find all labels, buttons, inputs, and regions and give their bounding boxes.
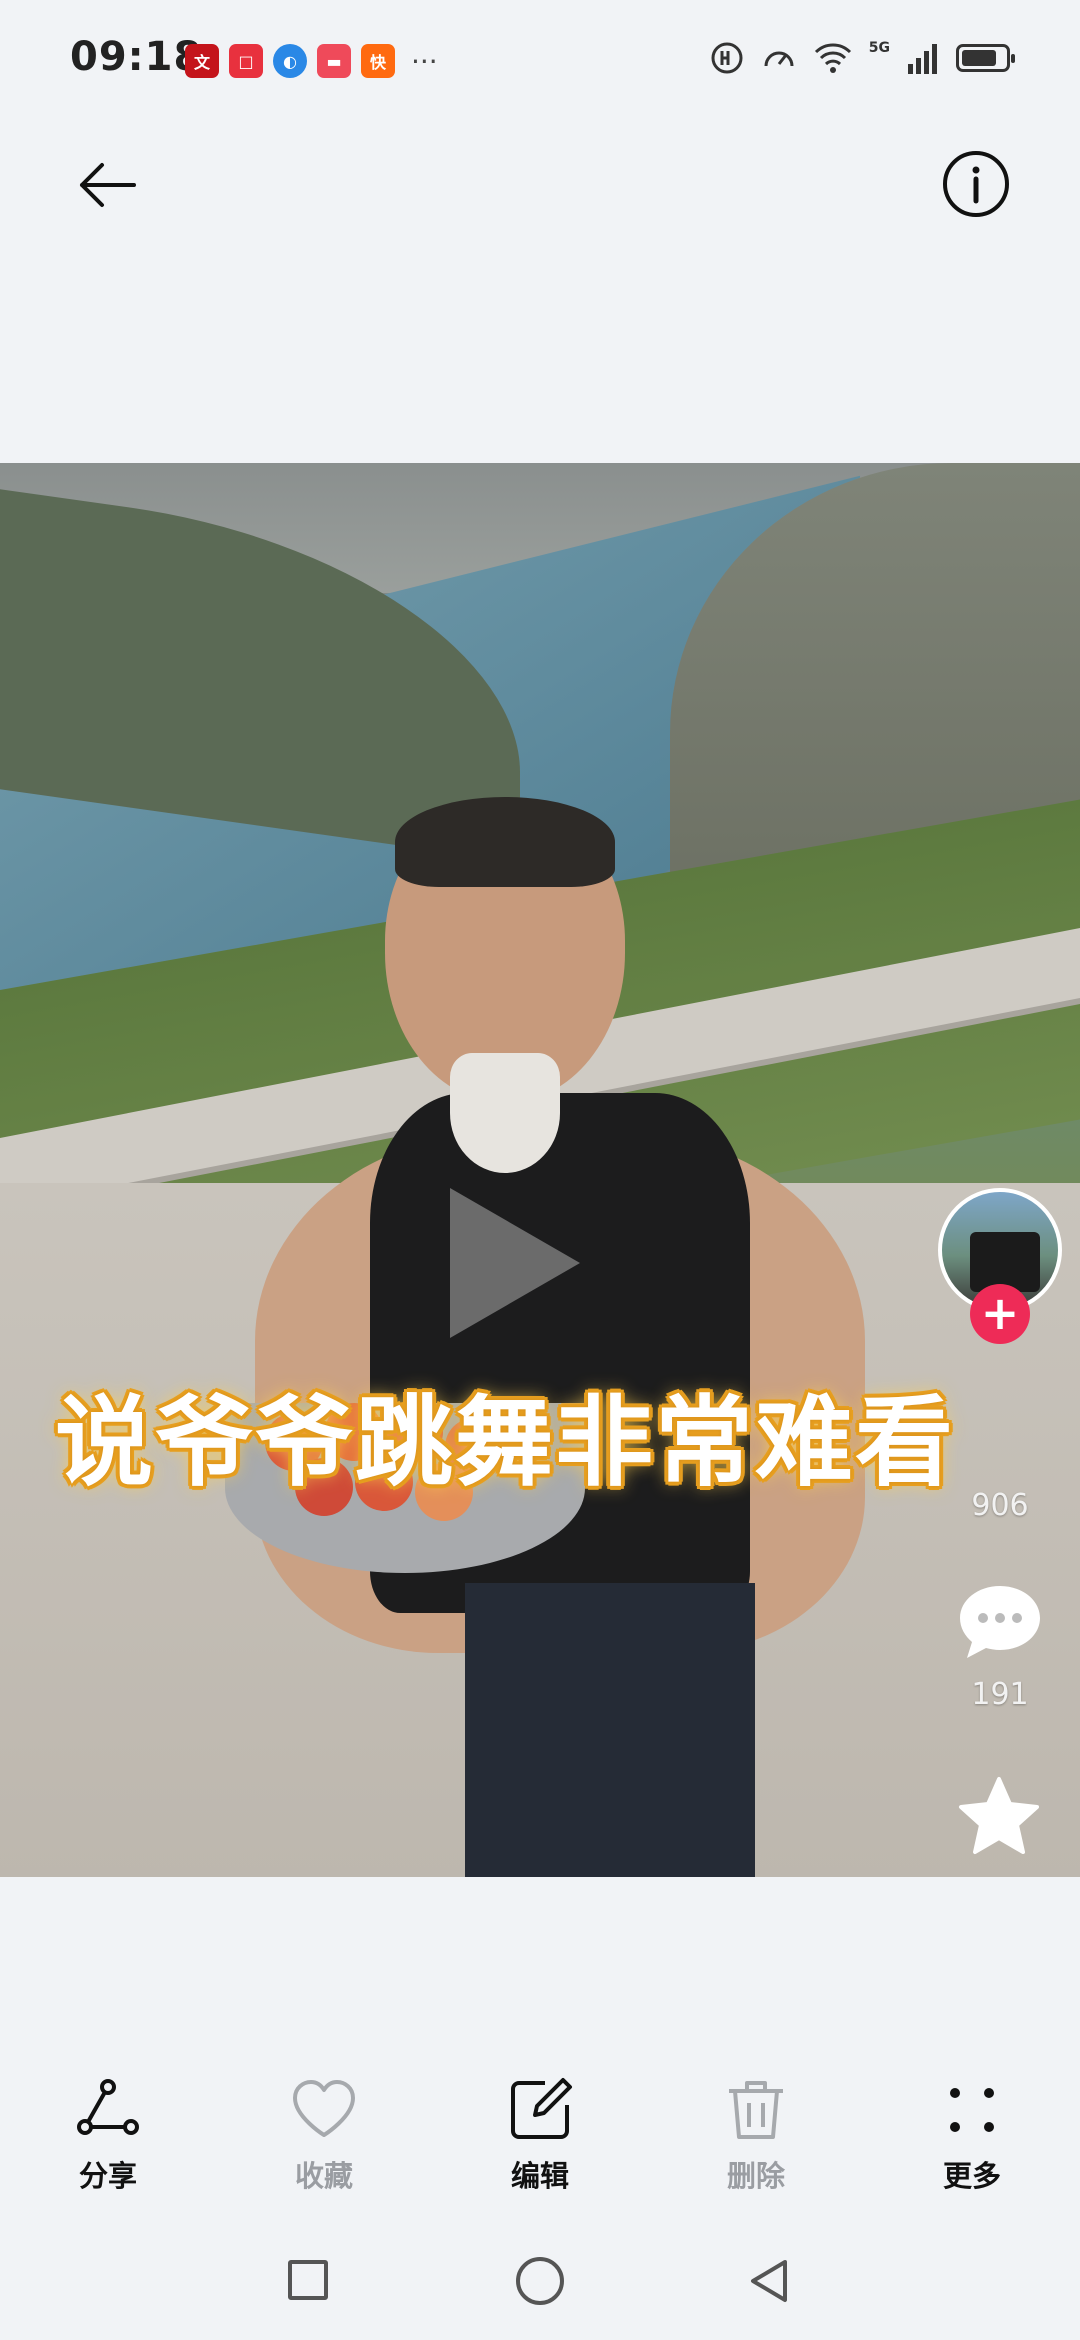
bottom-action-bar: 分享 收藏 编辑 删除 更多 xyxy=(0,2075,1080,2205)
share-icon xyxy=(77,2079,139,2135)
more-button[interactable]: 更多 xyxy=(864,2075,1080,2205)
app-notification-icon: ▬ xyxy=(317,44,351,78)
video-subject xyxy=(225,797,865,1877)
favorite-label: 收藏 xyxy=(294,2159,353,2193)
video-caption: 说爷爷跳舞非常难看 xyxy=(55,1386,956,1500)
app-notification-icon: ◐ xyxy=(273,44,307,78)
delete-label: 删除 xyxy=(726,2159,785,2193)
info-icon[interactable] xyxy=(942,150,1010,218)
network-type-label: 5G xyxy=(868,40,890,56)
recent-apps-icon[interactable] xyxy=(288,2260,328,2300)
play-icon[interactable] xyxy=(450,1188,580,1338)
more-icon xyxy=(950,2088,994,2132)
heart-icon xyxy=(293,2080,355,2137)
status-bar: 09:18 文 □ ◐ ▬ 快 ··· 5G xyxy=(0,0,1080,120)
edit-button[interactable]: 编辑 xyxy=(432,2075,648,2205)
trash-icon xyxy=(729,2081,783,2139)
system-icons: 5G xyxy=(709,40,1015,76)
app-notification-icon: □ xyxy=(229,44,263,78)
share-label: 分享 xyxy=(78,2159,137,2193)
data-saver-icon xyxy=(711,42,743,74)
video-frame[interactable]: 说爷爷跳舞非常难看 + 906 191 xyxy=(0,463,1080,1877)
like-count: 906 xyxy=(971,1488,1029,1523)
favorite-button[interactable]: 收藏 xyxy=(216,2075,432,2205)
comment-count: 191 xyxy=(971,1677,1029,1712)
system-navigation-bar xyxy=(0,2240,1080,2320)
notification-icons: 文 □ ◐ ▬ 快 ··· xyxy=(185,44,438,78)
status-time: 09:18 xyxy=(70,34,203,80)
app-notification-icon: 文 xyxy=(185,44,219,78)
comment-icon[interactable] xyxy=(955,1578,1045,1668)
delete-button[interactable]: 删除 xyxy=(648,2075,864,2205)
wifi-icon xyxy=(814,43,851,73)
follow-button[interactable]: + xyxy=(970,1284,1030,1344)
edit-icon xyxy=(511,2078,572,2139)
app-notification-icon: 快 xyxy=(361,44,395,78)
more-notifications-icon: ··· xyxy=(411,44,438,78)
share-button[interactable]: 分享 xyxy=(0,2075,216,2205)
signal-icon xyxy=(908,44,937,74)
speed-icon xyxy=(764,51,794,67)
battery-icon xyxy=(956,44,1015,72)
star-icon[interactable] xyxy=(954,1773,1044,1863)
more-label: 更多 xyxy=(942,2159,1001,2193)
system-back-icon[interactable] xyxy=(745,2256,795,2306)
home-icon[interactable] xyxy=(516,2257,564,2305)
back-arrow-icon[interactable] xyxy=(72,150,142,220)
edit-label: 编辑 xyxy=(510,2159,569,2193)
